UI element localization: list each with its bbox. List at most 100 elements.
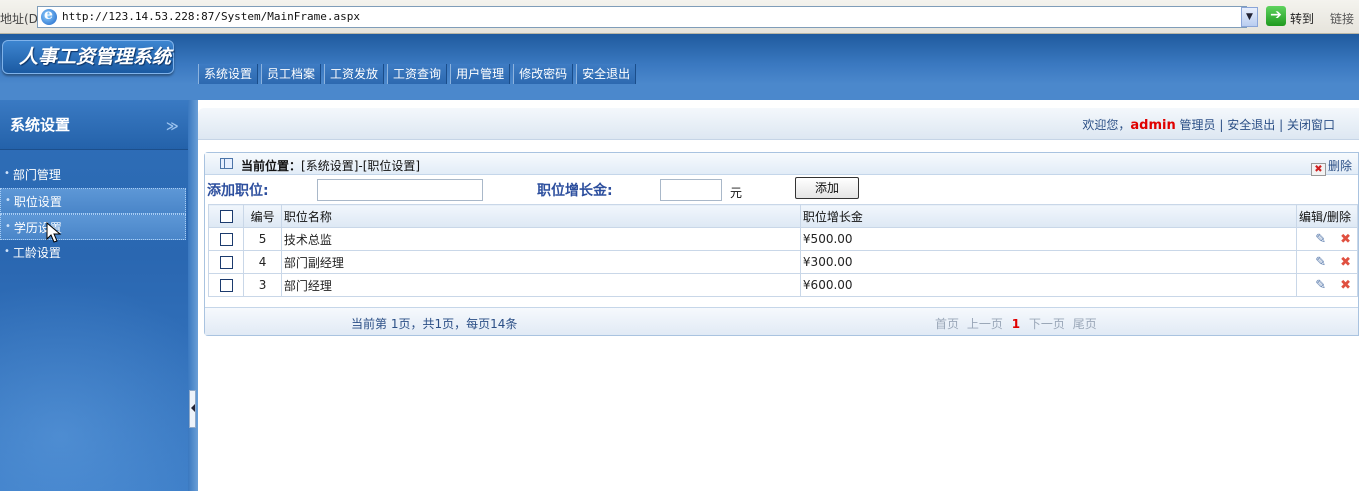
separator: | [1279, 118, 1284, 132]
cell-num: 3 [243, 273, 282, 297]
ie-page-icon [41, 7, 57, 25]
row-checkbox[interactable] [219, 233, 233, 246]
row-checkbox[interactable] [219, 279, 233, 292]
position-table: 编号 职位名称 职位增长金 编辑/删除 5 技术总监 ¥500.00 ✎ ✖ 4 … [207, 204, 1359, 297]
delete-selected-button[interactable]: ✖ 删除 [1310, 157, 1352, 176]
breadcrumb: 当前位置：[系统设置]-[职位设置] [241, 157, 420, 174]
header-amount: 职位增长金 [799, 204, 1297, 228]
nav-employee-records[interactable]: 员工档案 [261, 64, 322, 86]
delete-icon: ✖ [1310, 163, 1326, 176]
nav-salary-query[interactable]: 工资查询 [387, 64, 448, 86]
nav-salary-payment[interactable]: 工资发放 [324, 64, 385, 86]
cell-amount: ¥300.00 [799, 250, 1297, 274]
increase-amount-label: 职位增长金: [537, 183, 613, 199]
cell-name: 技术总监 [280, 227, 801, 251]
pager: 当前第 1页，共1页，每页14条 首页 上一页 1 下一页 尾页 [205, 307, 1358, 335]
sidebar-item-seniority[interactable]: • 工龄设置 [0, 240, 186, 266]
nav-change-password[interactable]: 修改密码 [513, 64, 574, 86]
pager-prev[interactable]: 上一页 [967, 317, 1003, 331]
nav-user-management[interactable]: 用户管理 [450, 64, 511, 86]
position-name-input[interactable] [317, 179, 483, 201]
pager-links: 首页 上一页 1 下一页 尾页 [933, 315, 1099, 332]
sidebar: 系统设置 ≫ • 部门管理 • 职位设置 • 学历设置 • 工龄设置 [0, 100, 188, 491]
pager-info: 当前第 1页，共1页，每页14条 [351, 317, 518, 331]
cell-amount: ¥500.00 [799, 227, 1297, 251]
sidebar-title[interactable]: 系统设置 ≫ [0, 100, 188, 150]
panel-header: 当前位置：[系统设置]-[职位设置] ✖ 删除 [205, 153, 1358, 176]
edit-pencil-icon[interactable]: ✎ [1315, 278, 1326, 293]
address-url: http://123.14.53.228:87/System/MainFrame… [62, 10, 361, 23]
delete-label: 删除 [1327, 159, 1352, 173]
sidebar-item-label: 部门管理 [12, 168, 61, 182]
logout-link[interactable]: 安全退出 [1227, 118, 1275, 132]
delete-x-icon[interactable]: ✖ [1340, 278, 1351, 293]
position-panel: 当前位置：[系统设置]-[职位设置] ✖ 删除 添加职位: 职位增长金: 元 添加… [204, 152, 1359, 336]
breadcrumb-label: 当前位置： [241, 159, 302, 173]
subheader-strip [0, 84, 1359, 100]
address-input[interactable]: http://123.14.53.228:87/System/MainFrame… [37, 6, 1247, 28]
links-label[interactable]: 链接 [1330, 10, 1354, 27]
sidebar-splitter[interactable] [188, 100, 198, 491]
select-all-checkbox[interactable] [219, 210, 233, 223]
nav-logout[interactable]: 安全退出 [576, 64, 637, 86]
breadcrumb-path: [系统设置]-[职位设置] [301, 159, 421, 173]
delete-x-icon[interactable]: ✖ [1340, 232, 1351, 247]
sidebar-item-position[interactable]: • 职位设置 [0, 188, 186, 214]
position-name-label: 添加职位: [207, 183, 269, 199]
go-arrow-icon[interactable]: ➔ [1266, 6, 1286, 26]
table-row: 4 部门副经理 ¥300.00 ✎ ✖ [207, 250, 1359, 274]
collapse-chevron-icon[interactable]: ≫ [166, 100, 179, 152]
collapse-arrow-icon[interactable] [189, 390, 196, 428]
sidebar-item-label: 职位设置 [13, 195, 62, 209]
user-role: 管理员 [1179, 118, 1216, 132]
welcome-prefix: 欢迎您， [1082, 118, 1131, 132]
main-content: 欢迎您，admin 管理员 | 安全退出 | 关闭窗口 当前位置：[系统设置]-… [198, 100, 1359, 491]
sidebar-item-education[interactable]: • 学历设置 [0, 214, 186, 240]
edit-pencil-icon[interactable]: ✎ [1315, 232, 1326, 247]
welcome-text: 欢迎您，admin 管理员 | 安全退出 | 关闭窗口 [1082, 116, 1335, 133]
bullet-icon: • [5, 195, 11, 206]
currency-unit: 元 [730, 186, 743, 200]
cell-num: 5 [243, 227, 282, 251]
sidebar-menu: • 部门管理 • 职位设置 • 学历设置 • 工龄设置 [0, 162, 188, 266]
address-dropdown-chevron-icon[interactable]: ▼ [1241, 7, 1258, 27]
cell-amount: ¥600.00 [799, 273, 1297, 297]
pager-next[interactable]: 下一页 [1029, 317, 1065, 331]
pager-first[interactable]: 首页 [935, 317, 959, 331]
top-nav: 系统设置 员工档案 工资发放 工资查询 用户管理 修改密码 安全退出 [198, 64, 639, 86]
welcome-bar: 欢迎您，admin 管理员 | 安全退出 | 关闭窗口 [198, 108, 1359, 140]
username: admin [1130, 118, 1176, 133]
close-window-link[interactable]: 关闭窗口 [1287, 118, 1335, 132]
delete-x-icon[interactable]: ✖ [1340, 255, 1351, 270]
header-ops: 编辑/删除 [1295, 204, 1359, 228]
header-num: 编号 [243, 204, 282, 228]
go-button[interactable]: 转到 [1290, 10, 1314, 27]
table-row: 3 部门经理 ¥600.00 ✎ ✖ [207, 273, 1359, 297]
separator: | [1219, 118, 1224, 132]
sidebar-item-department[interactable]: • 部门管理 [0, 162, 186, 188]
row-checkbox[interactable] [219, 256, 233, 269]
nav-system-settings[interactable]: 系统设置 [198, 64, 259, 86]
pager-current: 1 [1011, 317, 1021, 331]
app-logo: 人事工资管理系统 [2, 40, 174, 74]
increase-amount-input[interactable] [660, 179, 722, 201]
edit-pencil-icon[interactable]: ✎ [1315, 255, 1326, 270]
table-header-row: 编号 职位名称 职位增长金 编辑/删除 [207, 204, 1359, 228]
sidebar-item-label: 工龄设置 [12, 246, 61, 260]
cell-num: 4 [243, 250, 282, 274]
add-position-form: 添加职位: 职位增长金: 元 添加 [205, 176, 1358, 202]
cell-name: 部门副经理 [280, 250, 801, 274]
table-row: 5 技术总监 ¥500.00 ✎ ✖ [207, 227, 1359, 251]
add-button[interactable]: 添加 [795, 177, 859, 199]
bullet-icon: • [5, 221, 11, 232]
address-bar: 地址(D) http://123.14.53.228:87/System/Mai… [0, 0, 1359, 34]
pager-last[interactable]: 尾页 [1073, 317, 1097, 331]
bullet-icon: • [4, 168, 10, 179]
mouse-cursor-icon [46, 222, 62, 243]
app-header: 人事工资管理系统 系统设置 员工档案 工资发放 工资查询 用户管理 修改密码 安… [0, 34, 1359, 86]
window-icon [220, 158, 233, 169]
bullet-icon: • [4, 246, 10, 257]
cell-name: 部门经理 [280, 273, 801, 297]
sidebar-title-label: 系统设置 [10, 116, 71, 134]
header-name: 职位名称 [280, 204, 801, 228]
